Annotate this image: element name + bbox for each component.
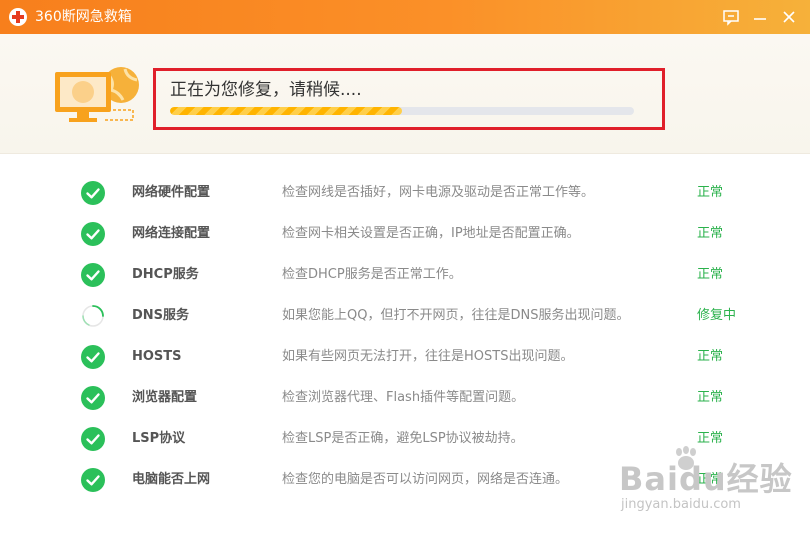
close-button[interactable]	[779, 7, 799, 27]
loading-spinner-icon	[81, 304, 105, 328]
check-item-description: 如果您能上QQ，但打不开网页，往往是DNS服务出现问题。	[282, 308, 630, 323]
feedback-button[interactable]	[721, 7, 741, 27]
check-item-description: 检查您的电脑是否可以访问网页，网络是否连通。	[282, 472, 569, 487]
repair-banner: 正在为您修复，请稍候....	[0, 34, 810, 154]
check-item-status: 正常	[697, 431, 724, 446]
check-item-status: 正常	[697, 226, 724, 241]
check-item: LSP协议 检查LSP是否正确，避免LSP协议被劫持。 正常	[0, 427, 810, 451]
check-item-description: 检查网线是否插好，网卡电源及驱动是否正常工作等。	[282, 185, 595, 200]
check-item: 浏览器配置 检查浏览器代理、Flash插件等配置问题。 正常	[0, 386, 810, 410]
repair-status-message: 正在为您修复，请稍候....	[170, 80, 362, 100]
check-item-name: 网络连接配置	[132, 226, 211, 241]
close-icon	[783, 11, 795, 23]
app-title: 360断网急救箱	[35, 9, 132, 25]
monitor-globe-icon	[55, 67, 139, 122]
watermark-sub: jingyan.baidu.com	[621, 497, 741, 512]
check-item: 网络硬件配置 检查网线是否插好，网卡电源及驱动是否正常工作等。 正常	[0, 181, 810, 205]
check-item: DNS服务 如果您能上QQ，但打不开网页，往往是DNS服务出现问题。 修复中	[0, 304, 810, 328]
check-item-name: 电脑能否上网	[132, 472, 211, 487]
check-item-name: 网络硬件配置	[132, 185, 211, 200]
check-item-status: 正常	[697, 185, 724, 200]
check-item-name: DHCP服务	[132, 267, 199, 282]
repair-progress-fill	[170, 107, 402, 115]
check-item: 网络连接配置 检查网卡相关设置是否正确，IP地址是否配置正确。 正常	[0, 222, 810, 246]
check-item: 电脑能否上网 检查您的电脑是否可以访问网页，网络是否连通。 正常	[0, 468, 810, 492]
title-bar: 360断网急救箱	[0, 0, 810, 34]
check-ok-icon	[81, 263, 105, 287]
check-item-name: 浏览器配置	[132, 390, 198, 405]
check-item-status: 正常	[697, 390, 724, 405]
feedback-icon	[723, 10, 739, 26]
check-ok-icon	[81, 386, 105, 410]
check-item-description: 检查网卡相关设置是否正确，IP地址是否配置正确。	[282, 226, 580, 241]
check-item-status: 正常	[697, 349, 724, 364]
check-ok-icon	[81, 468, 105, 492]
check-item-description: 如果有些网页无法打开，往往是HOSTS出现问题。	[282, 349, 574, 364]
minimize-button[interactable]	[750, 7, 770, 27]
repair-progress-bar	[170, 107, 634, 115]
repair-progress-panel: 正在为您修复，请稍候....	[153, 68, 665, 130]
app-logo-icon	[9, 8, 27, 26]
check-ok-icon	[81, 181, 105, 205]
check-item-name: DNS服务	[132, 308, 190, 323]
minimize-icon	[754, 18, 766, 20]
check-item: DHCP服务 检查DHCP服务是否正常工作。 正常	[0, 263, 810, 287]
check-item-description: 检查DHCP服务是否正常工作。	[282, 267, 462, 282]
check-item: HOSTS 如果有些网页无法打开，往往是HOSTS出现问题。 正常	[0, 345, 810, 369]
check-item-name: LSP协议	[132, 431, 186, 446]
check-ok-icon	[81, 345, 105, 369]
check-item-name: HOSTS	[132, 349, 182, 364]
check-item-status: 正常	[697, 472, 724, 487]
check-item-status: 正常	[697, 267, 724, 282]
check-ok-icon	[81, 427, 105, 451]
check-ok-icon	[81, 222, 105, 246]
check-item-description: 检查LSP是否正确，避免LSP协议被劫持。	[282, 431, 524, 446]
check-item-status: 修复中	[697, 308, 737, 323]
check-item-description: 检查浏览器代理、Flash插件等配置问题。	[282, 390, 525, 405]
